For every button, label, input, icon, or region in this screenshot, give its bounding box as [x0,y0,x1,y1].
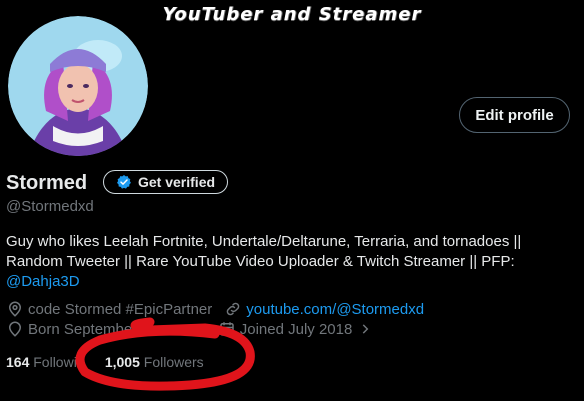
following-stat[interactable]: 164 Followi [6,354,77,370]
follow-stats: 164 Followi 1,005 Followers [6,354,204,370]
website-link[interactable]: youtube.com/@Stormedxd [246,301,424,318]
bio-text: Guy who likes Leelah Fortnite, Undertale… [6,233,522,270]
display-name: Stormed [6,172,88,194]
followers-label: Followers [143,354,204,370]
following-label: Followi [33,354,77,370]
verified-badge-icon [117,175,131,189]
followers-count: 1,005 [104,354,140,370]
profile-bio: Guy who likes Leelah Fortnite, Undertale… [6,232,566,292]
bio-mention-link[interactable]: @Dahja3D [6,273,80,290]
avatar[interactable] [8,16,148,156]
user-handle: @Stormedxd [6,198,94,215]
location-text: code Stormed #EpicPartner [28,300,213,318]
link-icon [227,302,240,316]
edit-profile-button[interactable]: Edit profile [459,97,570,133]
following-count: 164 [6,354,30,370]
birthday-icon [8,321,22,337]
followers-stat[interactable]: 1,005 Followers [105,354,204,370]
get-verified-label: Get verified [138,174,216,190]
profile-meta-row-2: Born September 1 Joined July 2018 [6,320,372,338]
joined-date: Joined July 2018 [239,320,353,338]
chevron-right-icon[interactable] [358,322,372,336]
calendar-icon [220,322,234,336]
avatar-image [8,16,148,156]
location-icon [8,301,22,317]
birthday-text: Born September 1 [28,320,150,338]
get-verified-button[interactable]: Get verified [103,170,228,194]
profile-meta-row-1: code Stormed #EpicPartner youtube.com/@S… [6,300,424,318]
